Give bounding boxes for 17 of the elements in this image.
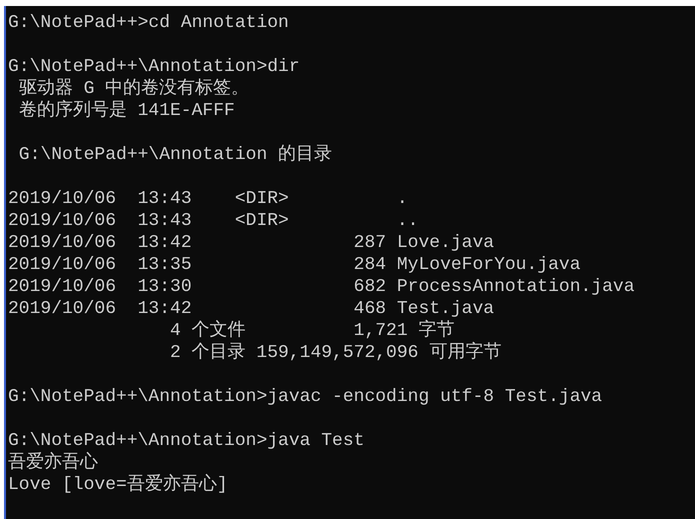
console-line: G:\NotePad++>cd Annotation [8, 12, 289, 34]
console-line: G:\NotePad++\Annotation>dir [8, 56, 300, 78]
console-line: Love [love=吾爱亦吾心] [8, 474, 228, 496]
console-line: 2019/10/06 13:42 468 Test.java [8, 298, 494, 320]
console-line: 2019/10/06 13:35 284 MyLoveForYou.java [8, 254, 580, 276]
console-line: 2019/10/06 13:43 <DIR> .. [8, 210, 418, 232]
console-line: 2019/10/06 13:43 <DIR> . [8, 188, 408, 210]
console-line: 2019/10/06 13:42 287 Love.java [8, 232, 494, 254]
console-line: 驱动器 G 中的卷没有标签。 [18, 78, 250, 100]
console-line: G:\NotePad++\Annotation>java Test [8, 430, 364, 452]
console-line: G:\NotePad++\Annotation 的目录 [18, 144, 332, 166]
console-line: 卷的序列号是 141E-AFFF [18, 100, 235, 122]
console-line: G:\NotePad++\Annotation>javac -encoding utf-8 Test.java [8, 386, 602, 408]
console-line: 2 个目录 159,149,572,096 可用字节 [169, 342, 502, 364]
console-line: 4 个文件 1,721 字节 [169, 320, 454, 342]
console-line: 吾爱亦吾心 [8, 452, 98, 474]
console-line: 2019/10/06 13:30 682 ProcessAnnotation.java [8, 276, 635, 298]
